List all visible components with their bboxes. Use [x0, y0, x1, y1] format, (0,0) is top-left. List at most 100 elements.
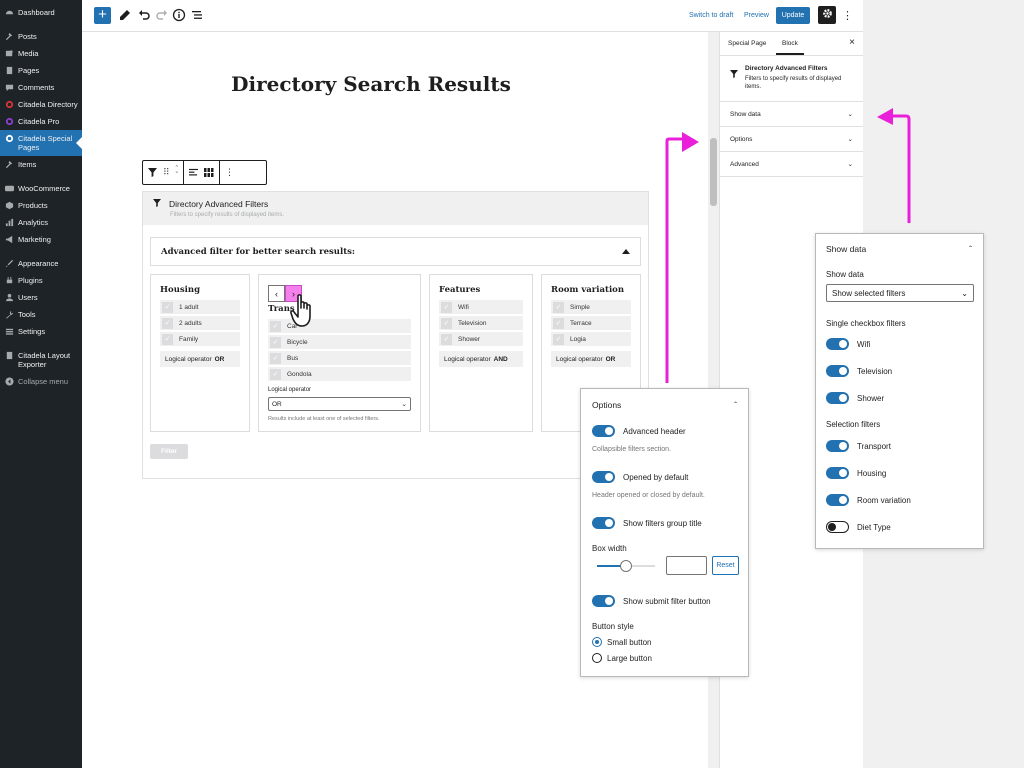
- submit-button-toggle-row[interactable]: Show submit filter button: [592, 595, 711, 607]
- sidebar-item-tools[interactable]: Tools: [0, 306, 82, 323]
- align-left-icon[interactable]: [188, 164, 198, 182]
- checkbox-item[interactable]: ✓ 2 adults: [160, 316, 240, 330]
- list-view-icon[interactable]: [190, 8, 204, 22]
- show-data-panel: Show data ˆ Show data Show selected filt…: [815, 233, 984, 549]
- logic-value: OR: [214, 355, 225, 363]
- tab-special-page[interactable]: Special Page: [728, 40, 766, 47]
- room-variation-toggle[interactable]: [826, 494, 849, 506]
- grid-layout-icon[interactable]: [203, 164, 214, 182]
- toggle-row-housing[interactable]: Housing: [826, 467, 886, 479]
- sidebar-item-plugins[interactable]: Plugins: [0, 272, 82, 289]
- sidebar-item-comments[interactable]: Comments: [0, 79, 82, 96]
- slider-thumb[interactable]: [620, 560, 632, 572]
- chevron-up-icon[interactable]: ˆ: [734, 400, 737, 410]
- redo-icon[interactable]: [155, 8, 169, 22]
- move-up-down-icon[interactable]: ˆˇ: [176, 166, 178, 179]
- checkbox-item[interactable]: ✓ Shower: [439, 332, 523, 346]
- chevron-up-icon[interactable]: ˆ: [969, 244, 972, 254]
- pin-icon: [5, 32, 14, 41]
- small-button-radio-row[interactable]: Small button: [592, 637, 651, 647]
- toggle-row-diet-type[interactable]: Diet Type: [826, 521, 891, 533]
- sidebar-item-citadela-directory[interactable]: Citadela Directory: [0, 96, 82, 113]
- sidebar-item-appearance[interactable]: Appearance: [0, 255, 82, 272]
- operator-select[interactable]: OR ⌄: [268, 397, 411, 411]
- housing-toggle[interactable]: [826, 467, 849, 479]
- add-block-button[interactable]: +: [94, 7, 111, 24]
- toggle-row-television[interactable]: Television: [826, 365, 892, 377]
- sidebar-item-citadela-pro[interactable]: Citadela Pro: [0, 113, 82, 130]
- sidebar-item-analytics[interactable]: Analytics: [0, 214, 82, 231]
- check-icon: ✓: [270, 336, 281, 348]
- diet-type-toggle[interactable]: [826, 521, 849, 533]
- large-button-radio[interactable]: [592, 653, 602, 663]
- close-icon[interactable]: ×: [849, 37, 855, 48]
- filter-button[interactable]: Filter: [150, 444, 188, 459]
- pencil-icon[interactable]: [118, 8, 132, 22]
- reset-button[interactable]: Reset: [712, 556, 739, 575]
- advanced-filter-header[interactable]: Advanced filter for better search result…: [150, 237, 641, 266]
- submit-button-toggle[interactable]: [592, 595, 615, 607]
- shower-toggle[interactable]: [826, 392, 849, 404]
- opened-default-toggle-row[interactable]: Opened by default: [592, 471, 688, 483]
- box-width-slider[interactable]: [597, 560, 655, 572]
- large-button-radio-row[interactable]: Large button: [592, 653, 652, 663]
- tab-block[interactable]: Block: [776, 40, 804, 55]
- advanced-header-toggle[interactable]: [592, 425, 615, 437]
- toggle-row-shower[interactable]: Shower: [826, 392, 884, 404]
- wifi-toggle[interactable]: [826, 338, 849, 350]
- box-width-input[interactable]: [666, 556, 707, 575]
- sidebar-item-citadela-special-pages[interactable]: Citadela Special Pages: [0, 130, 82, 156]
- sidebar-item-marketing[interactable]: Marketing: [0, 231, 82, 248]
- checkbox-item[interactable]: ✓ Bicycle: [268, 335, 411, 349]
- toggle-row-wifi[interactable]: Wifi: [826, 338, 870, 350]
- toggle-row-room-variation[interactable]: Room variation: [826, 494, 911, 506]
- sidebar-item-items[interactable]: Items: [0, 156, 82, 173]
- opened-default-toggle[interactable]: [592, 471, 615, 483]
- sidebar-item-citadela-layout-exporter[interactable]: Citadela Layout Exporter: [0, 347, 82, 373]
- chevron-left-icon[interactable]: ‹: [268, 285, 285, 302]
- preview-link[interactable]: Preview: [744, 12, 769, 19]
- update-button[interactable]: Update: [776, 7, 810, 24]
- checkbox-item[interactable]: ✓ Logia: [551, 332, 631, 346]
- toggle-row-transport[interactable]: Transport: [826, 440, 891, 452]
- settings-toggle-button[interactable]: [818, 6, 836, 24]
- checkbox-item[interactable]: ✓ Simple: [551, 300, 631, 314]
- info-icon[interactable]: [172, 8, 186, 22]
- sidebar-item-collapse-menu[interactable]: Collapse menu: [0, 373, 82, 390]
- sidebar-item-pages[interactable]: Pages: [0, 62, 82, 79]
- transport-toggle[interactable]: [826, 440, 849, 452]
- block-options-icon[interactable]: ⋮: [225, 167, 234, 178]
- check-icon: ✓: [553, 333, 564, 345]
- page-title[interactable]: Directory Search Results: [82, 72, 660, 96]
- chevron-up-icon[interactable]: [622, 247, 630, 257]
- checkbox-item[interactable]: ✓ Television: [439, 316, 523, 330]
- undo-icon[interactable]: [137, 8, 151, 22]
- advanced-header-toggle-row[interactable]: Advanced header: [592, 425, 686, 437]
- checkbox-item[interactable]: ✓ Wifi: [439, 300, 523, 314]
- checkbox-item[interactable]: ✓ Family: [160, 332, 240, 346]
- checkbox-item[interactable]: ✓ Gondola: [268, 367, 411, 381]
- sidebar-item-products[interactable]: Products: [0, 197, 82, 214]
- filter-icon[interactable]: [148, 164, 157, 182]
- sidebar-item-users[interactable]: Users: [0, 289, 82, 306]
- small-button-radio[interactable]: [592, 637, 602, 647]
- group-title-toggle[interactable]: [592, 517, 615, 529]
- sidebar-item-woocommerce[interactable]: WooCommerce: [0, 180, 82, 197]
- switch-to-draft-link[interactable]: Switch to draft: [689, 12, 733, 19]
- sidebar-item-media[interactable]: Media: [0, 45, 82, 62]
- sidebar-item-dashboard[interactable]: Dashboard: [0, 4, 82, 21]
- group-title-toggle-row[interactable]: Show filters group title: [592, 517, 702, 529]
- checkbox-item[interactable]: ✓ Terrace: [551, 316, 631, 330]
- sidebar-item-settings[interactable]: Settings: [0, 323, 82, 340]
- sidebar-item-posts[interactable]: Posts: [0, 28, 82, 45]
- directory-advanced-filters-block[interactable]: Directory Advanced Filters Filters to sp…: [142, 191, 649, 479]
- show-data-select[interactable]: Show selected filters ⌄: [826, 284, 974, 302]
- sidebar-label: Citadela Directory: [18, 100, 78, 109]
- checkbox-item[interactable]: ✓ 1 adult: [160, 300, 240, 314]
- chevron-down-icon: ⌄: [961, 288, 968, 298]
- checkbox-item[interactable]: ✓ Bus: [268, 351, 411, 365]
- sidebar-label: Dashboard: [18, 8, 55, 17]
- television-toggle[interactable]: [826, 365, 849, 377]
- drag-handle-icon[interactable]: ⠿: [163, 167, 170, 178]
- more-options-icon[interactable]: ⋮: [842, 9, 853, 22]
